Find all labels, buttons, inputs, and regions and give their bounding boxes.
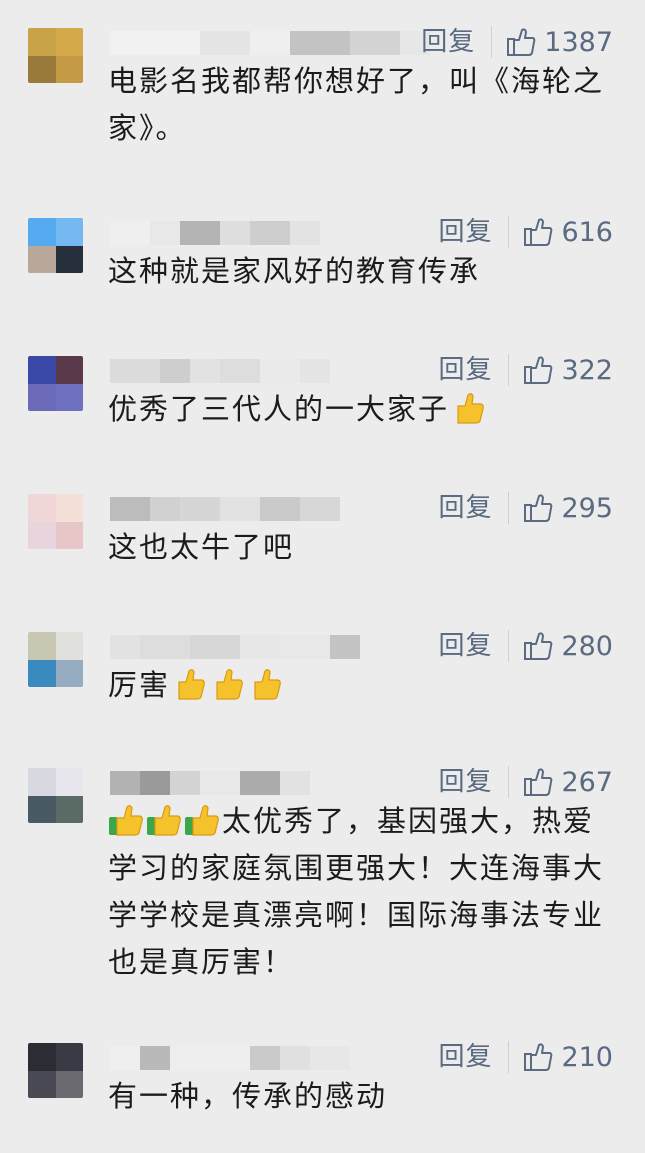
comment-text: 太优秀了，基因强大，热爱学习的家庭氛围更强大！大连海事大学学校是真漂亮啊！国际海… <box>108 798 613 986</box>
username-blurred[interactable] <box>110 220 320 246</box>
reply-button[interactable]: 回复 <box>438 630 510 662</box>
comment-text: 优秀了三代人的一大家子 <box>108 386 613 433</box>
like-thumb-icon[interactable] <box>523 1042 553 1072</box>
thumbs-up-emoji-icon <box>216 669 243 700</box>
avatar[interactable] <box>28 356 83 411</box>
thumbs-up-emoji-icon <box>254 669 281 700</box>
like-count: 280 <box>561 630 613 662</box>
comment-text-content: 电影名我都帮你想好了，叫《海轮之家》。 <box>108 64 605 145</box>
like-count: 267 <box>561 766 613 798</box>
comment-text-content: 厉害 <box>108 668 171 702</box>
comment-actions: 回复 267 <box>438 762 613 802</box>
reply-button[interactable]: 回复 <box>438 1041 510 1073</box>
username-blurred[interactable] <box>110 496 340 522</box>
thumbs-up-emoji-icon <box>185 805 219 836</box>
like-thumb-icon[interactable] <box>506 27 536 57</box>
like-thumb-icon[interactable] <box>523 767 553 797</box>
thumbs-up-emoji-icon <box>109 805 143 836</box>
reply-button[interactable]: 回复 <box>438 766 510 798</box>
reply-button[interactable]: 回复 <box>438 492 510 524</box>
username-blurred[interactable] <box>110 1045 350 1071</box>
comment-actions: 回复 1387 <box>421 22 613 62</box>
username-blurred[interactable] <box>110 770 310 796</box>
like-thumb-icon[interactable] <box>523 631 553 661</box>
comment-text-content: 太优秀了，基因强大，热爱学习的家庭氛围更强大！大连海事大学学校是真漂亮啊！国际海… <box>108 804 605 979</box>
comment-actions: 回复 616 <box>438 212 613 252</box>
username-blurred[interactable] <box>110 634 360 660</box>
comment-text: 这也太牛了吧 <box>108 524 613 571</box>
comment-actions: 回复 210 <box>438 1037 613 1077</box>
comment-actions: 回复 322 <box>438 350 613 390</box>
like-count: 295 <box>561 492 613 524</box>
comment-list: 回复 1387 电影名我都帮你想好了，叫《海轮之家》。 回复 616 这种就是家风好的教育… <box>0 0 645 1153</box>
username-blurred[interactable] <box>110 30 430 56</box>
like-thumb-icon[interactable] <box>523 493 553 523</box>
reply-button[interactable]: 回复 <box>421 26 493 58</box>
avatar[interactable] <box>28 28 83 83</box>
like-thumb-icon[interactable] <box>523 355 553 385</box>
comment-text: 这种就是家风好的教育传承 <box>108 248 613 295</box>
comment-text: 电影名我都帮你想好了，叫《海轮之家》。 <box>108 58 613 152</box>
avatar[interactable] <box>28 1043 83 1098</box>
thumbs-up-emoji-icon <box>457 393 484 424</box>
like-count: 616 <box>561 216 613 248</box>
comment-text-content: 这种就是家风好的教育传承 <box>108 254 481 288</box>
reply-button[interactable]: 回复 <box>438 354 510 386</box>
thumbs-up-emoji-icon <box>178 669 205 700</box>
reply-button[interactable]: 回复 <box>438 216 510 248</box>
like-count: 210 <box>561 1041 613 1073</box>
comment-text-content: 有一种，传承的感动 <box>108 1079 388 1113</box>
avatar[interactable] <box>28 494 83 549</box>
comment-text: 有一种，传承的感动 <box>108 1073 613 1120</box>
like-count: 1387 <box>544 26 613 58</box>
avatar[interactable] <box>28 218 83 273</box>
like-thumb-icon[interactable] <box>523 217 553 247</box>
username-blurred[interactable] <box>110 358 330 384</box>
comment-text-content: 优秀了三代人的一大家子 <box>108 392 450 426</box>
comment-actions: 回复 280 <box>438 626 613 666</box>
comment-text-content: 这也太牛了吧 <box>108 530 295 564</box>
avatar[interactable] <box>28 632 83 687</box>
comment-actions: 回复 295 <box>438 488 613 528</box>
avatar[interactable] <box>28 768 83 823</box>
like-count: 322 <box>561 354 613 386</box>
thumbs-up-emoji-icon <box>147 805 181 836</box>
comment-text: 厉害 <box>108 662 613 709</box>
